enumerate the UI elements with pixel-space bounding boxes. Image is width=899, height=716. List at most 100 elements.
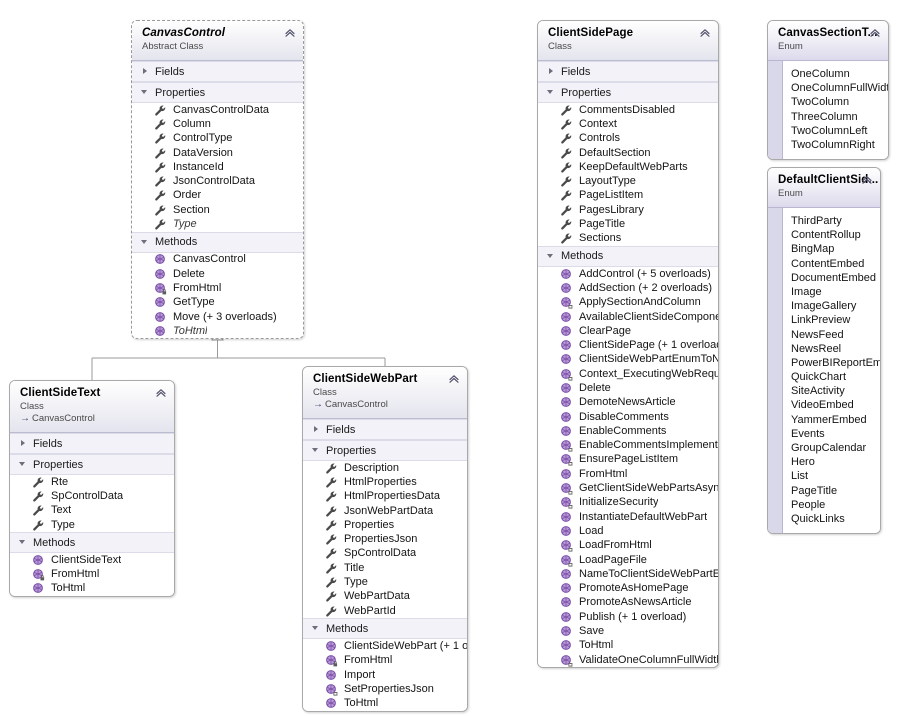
expander-icon[interactable] [140, 87, 151, 98]
member-row[interactable]: Load [538, 524, 718, 539]
member-row[interactable]: Import [303, 667, 467, 683]
member-row[interactable]: Order [132, 188, 303, 204]
section-header-properties[interactable]: Properties [132, 82, 303, 103]
member-row[interactable]: JsonControlData [132, 174, 303, 189]
section-header-fields[interactable]: Fields [10, 433, 174, 454]
member-row[interactable]: KeepDefaultWebParts [538, 160, 718, 175]
enum-value[interactable]: NewsFeed [791, 328, 880, 342]
member-row[interactable]: Column [132, 117, 303, 132]
section-header-methods[interactable]: Methods [132, 231, 303, 253]
member-row[interactable]: Save [538, 624, 718, 639]
section-header-methods[interactable]: Methods [303, 618, 467, 640]
enum-value[interactable]: TwoColumnRight [791, 138, 888, 152]
member-row[interactable]: FromHtml [303, 653, 467, 668]
member-row[interactable]: ToHtml [132, 324, 303, 339]
member-row[interactable]: Rte [10, 475, 174, 490]
expander-icon[interactable] [140, 66, 151, 77]
enum-value[interactable]: DocumentEmbed [791, 271, 880, 285]
member-row[interactable]: GetClientSideWebPartsAsync [538, 481, 718, 496]
member-row[interactable]: ClientSidePage (+ 1 overload) [538, 338, 718, 353]
expander-icon[interactable] [18, 537, 29, 548]
member-row[interactable]: Title [303, 561, 467, 576]
collapse-chevron-icon[interactable] [861, 174, 873, 186]
enum-value[interactable]: People [791, 498, 880, 512]
collapse-chevron-icon[interactable] [155, 387, 167, 399]
member-row[interactable]: InstantiateDefaultWebPart [538, 510, 718, 525]
member-row[interactable]: DefaultSection [538, 145, 718, 161]
enum-value[interactable]: BingMap [791, 242, 880, 256]
member-row[interactable]: PropertiesJson [303, 532, 467, 547]
member-row[interactable]: Controls [538, 131, 718, 146]
member-row[interactable]: EnableComments [538, 424, 718, 439]
member-row[interactable]: ClearPage [538, 324, 718, 339]
member-row[interactable]: HtmlPropertiesData [303, 489, 467, 504]
enum-value[interactable]: OneColumn [791, 67, 888, 81]
enum-value[interactable]: NewsReel [791, 342, 880, 356]
member-row[interactable]: ControlType [132, 131, 303, 146]
enum-value[interactable]: SiteActivity [791, 384, 880, 398]
member-row[interactable]: ApplySectionAndColumn [538, 295, 718, 310]
member-row[interactable]: ToHtml [303, 696, 467, 711]
class-box-clientsidewebpart[interactable]: ClientSideWebPart Class → CanvasControl Fiel… [302, 366, 468, 712]
member-row[interactable]: PromoteAsNewsArticle [538, 595, 718, 611]
member-row[interactable]: Publish (+ 1 overload) [538, 610, 718, 625]
member-row[interactable]: Sections [538, 231, 718, 246]
member-row[interactable]: Context_ExecutingWebRequest [538, 367, 718, 382]
section-header-properties[interactable]: Properties [10, 454, 174, 475]
member-row[interactable]: Text [10, 503, 174, 518]
expander-icon[interactable] [18, 459, 29, 470]
section-header-methods[interactable]: Methods [10, 532, 174, 554]
expander-icon[interactable] [546, 251, 557, 262]
member-row[interactable]: NameToClientSideWebPartEnum [538, 567, 718, 582]
enum-box-defaultclientsidewebparts[interactable]: DefaultClientSid... Enum ThirdParty Content… [767, 167, 881, 535]
expander-icon[interactable] [546, 87, 557, 98]
member-row[interactable]: ClientSideText [10, 553, 174, 568]
member-row[interactable]: DataVersion [132, 145, 303, 161]
collapse-chevron-icon[interactable] [284, 27, 296, 39]
enum-value[interactable]: Hero [791, 455, 880, 469]
member-row[interactable]: AvailableClientSideComponents (... [538, 309, 718, 325]
member-row[interactable]: SetPropertiesJson [303, 682, 467, 697]
enum-value[interactable]: Events [791, 427, 880, 441]
expander-icon[interactable] [140, 237, 151, 248]
member-row[interactable]: Delete [132, 266, 303, 282]
member-row[interactable]: ClientSideWebPartEnumToName [538, 352, 718, 368]
member-row[interactable]: CommentsDisabled [538, 103, 718, 118]
class-box-clientsidetext[interactable]: ClientSideText Class → CanvasControl Fields P… [9, 380, 175, 598]
member-row[interactable]: Type [303, 575, 467, 590]
enum-box-canvassectiontype[interactable]: CanvasSectionT... Enum OneColumn OneColumnF… [767, 20, 889, 161]
section-header-properties[interactable]: Properties [538, 82, 718, 103]
enum-value[interactable]: ImageGallery [791, 299, 880, 313]
class-box-canvascontrol[interactable]: CanvasControl Abstract Class Fields Propert… [131, 20, 304, 340]
member-row[interactable]: LayoutType [538, 174, 718, 189]
member-row[interactable]: GetType [132, 295, 303, 310]
class-box-clientsidepage[interactable]: ClientSidePage Class Fields Properties Comme… [537, 20, 719, 669]
member-row[interactable]: PromoteAsHomePage [538, 581, 718, 596]
section-header-fields[interactable]: Fields [132, 61, 303, 82]
enum-value[interactable]: ThirdParty [791, 214, 880, 228]
member-row[interactable]: EnsurePageListItem [538, 452, 718, 468]
expander-icon[interactable] [311, 623, 322, 634]
member-row[interactable]: SpControlData [303, 546, 467, 562]
member-row[interactable]: DemoteNewsArticle [538, 395, 718, 410]
enum-value[interactable]: VideoEmbed [791, 398, 880, 412]
member-row[interactable]: AddSection (+ 2 overloads) [538, 281, 718, 296]
member-row[interactable]: Delete [538, 381, 718, 396]
enum-value[interactable]: OneColumnFullWidth [791, 81, 888, 95]
member-row[interactable]: ToHtml [10, 581, 174, 597]
enum-value[interactable]: ContentRollup [791, 228, 880, 242]
member-row[interactable]: PagesLibrary [538, 203, 718, 218]
member-row[interactable]: LoadFromHtml [538, 538, 718, 553]
enum-value[interactable]: ThreeColumn [791, 110, 888, 124]
enum-value[interactable]: PowerBIReportEmbed [791, 356, 880, 370]
member-row[interactable]: WebPartId [303, 603, 467, 619]
member-row[interactable]: PageTitle [538, 217, 718, 232]
member-row[interactable]: InstanceId [132, 160, 303, 175]
member-row[interactable]: FromHtml [10, 567, 174, 582]
member-row[interactable]: InitializeSecurity [538, 495, 718, 511]
enum-value[interactable]: List [791, 469, 880, 483]
section-header-fields[interactable]: Fields [538, 61, 718, 82]
collapse-chevron-icon[interactable] [869, 27, 881, 39]
enum-value[interactable]: LinkPreview [791, 313, 880, 327]
collapse-chevron-icon[interactable] [448, 373, 460, 385]
